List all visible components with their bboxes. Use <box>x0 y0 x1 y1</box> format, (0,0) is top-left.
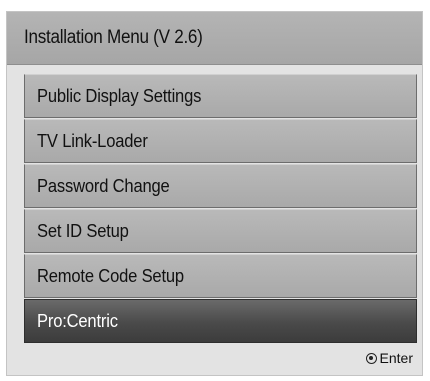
menu-item-label: Password Change <box>37 175 170 196</box>
menu-item-password-change[interactable]: Password Change <box>24 164 417 208</box>
menu-item-label: Public Display Settings <box>37 85 202 106</box>
installation-menu-panel: Installation Menu (V 2.6) Public Display… <box>6 11 423 376</box>
menu-item-remote-code-setup[interactable]: Remote Code Setup <box>24 254 417 298</box>
menu-item-label: Remote Code Setup <box>37 265 184 286</box>
menu-item-label: Set ID Setup <box>37 220 129 241</box>
menu-item-tv-link-loader[interactable]: TV Link-Loader <box>24 119 417 163</box>
menu-list: Public Display Settings TV Link-Loader P… <box>24 74 417 343</box>
enter-hint: Enter <box>365 350 413 366</box>
enter-hint-label: Enter <box>379 350 413 366</box>
menu-item-public-display-settings[interactable]: Public Display Settings <box>24 74 417 118</box>
menu-item-set-id-setup[interactable]: Set ID Setup <box>24 209 417 253</box>
menu-title-bar: Installation Menu (V 2.6) <box>7 12 422 65</box>
menu-item-label: TV Link-Loader <box>37 130 148 151</box>
menu-item-label: Pro:Centric <box>37 310 118 331</box>
menu-item-pro-centric[interactable]: Pro:Centric <box>24 299 417 343</box>
ok-button-icon <box>365 352 377 364</box>
menu-title: Installation Menu (V 2.6) <box>24 27 203 48</box>
